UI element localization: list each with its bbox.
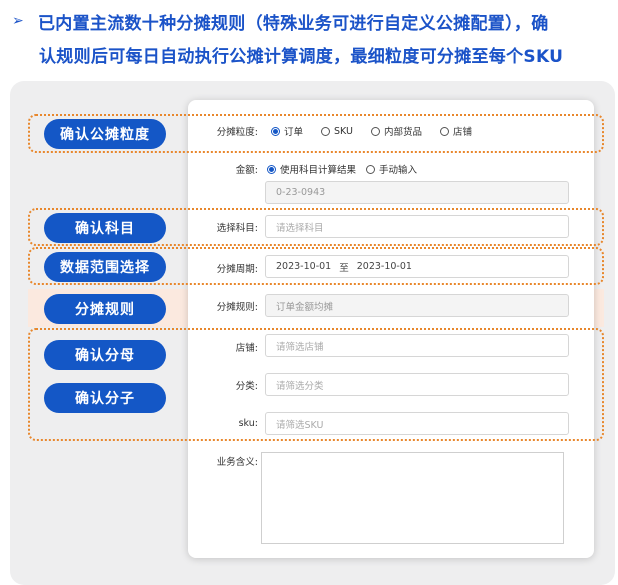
arrow-bullet-icon: ➢ <box>12 13 24 29</box>
rule-select[interactable]: 订单金额均摊 <box>265 294 569 317</box>
radio-use-subject-result[interactable]: 使用科目计算结果 <box>267 162 356 176</box>
heading-line-1: 已内置主流数十种分摊规则（特殊业务可进行自定义公摊配置），确 <box>38 14 549 34</box>
meaning-textarea[interactable] <box>261 452 564 544</box>
subject-highlight <box>28 208 604 246</box>
heading: ➢ 已内置主流数十种分摊规则（特殊业务可进行自定义公摊配置），确 认规则后可每日… <box>12 8 612 74</box>
meaning-label: 业务含义: <box>216 457 258 468</box>
amount-input[interactable]: 0-23-0943 <box>265 181 569 204</box>
amount-radio-group: 使用科目计算结果 手动输入 <box>267 162 435 176</box>
radio-empty-icon <box>366 164 376 174</box>
range-highlight <box>28 247 604 285</box>
denominator-numerator-highlight <box>28 328 604 441</box>
amount-label: 金额: <box>235 165 258 176</box>
step-rule-button[interactable]: 分摊规则 <box>44 294 166 324</box>
heading-line-2: 认规则后可每日自动执行公摊计算调度，最细粒度可分摊至每个SKU <box>39 47 564 67</box>
granularity-highlight <box>28 114 604 153</box>
radio-selected-icon <box>267 164 276 174</box>
radio-manual-input[interactable]: 手动输入 <box>366 162 417 176</box>
rule-label: 分摊规则: <box>216 302 258 313</box>
